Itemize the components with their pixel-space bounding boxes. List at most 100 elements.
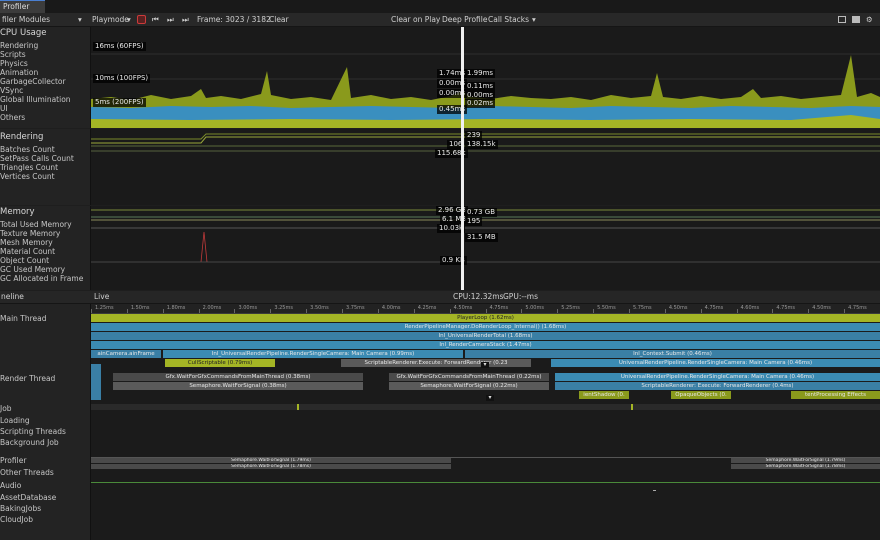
thread-profiler[interactable]: Profiler <box>0 456 26 465</box>
timeline-sample[interactable]: Semaphore.WaitForSignal (0.38ms) <box>113 382 363 390</box>
timeline-sample[interactable]: Inl_UniversalRenderTotal (1.68ms) <box>91 332 880 340</box>
live-toggle[interactable]: Live <box>94 291 109 303</box>
clear-on-play-toggle[interactable]: Clear on Play <box>391 13 440 26</box>
rendering-title[interactable]: Rendering <box>0 132 43 142</box>
timeline-sample[interactable]: OpaqueObjects (0. <box>671 391 731 399</box>
load-icon[interactable] <box>838 16 846 23</box>
cpu-legend-scripts[interactable]: Scripts <box>0 50 26 59</box>
job-sample[interactable] <box>631 404 633 410</box>
ruler-tick-mark <box>162 309 164 313</box>
memory-cursor-value: 31.5 MB <box>465 233 498 242</box>
playmode-dropdown-arrow-icon[interactable]: ▾ <box>127 13 131 26</box>
timeline-sample[interactable]: Semaphore.WaitForSignal (1.79ms) <box>731 458 880 463</box>
timeline-sample[interactable]: RenderPipelineManager.DoRenderLoop_Inter… <box>91 323 880 331</box>
cpu-legend-others[interactable]: Others <box>0 113 25 122</box>
save-icon[interactable] <box>852 16 860 23</box>
timeline-sample[interactable]: PlayerLoop (1.62ms) <box>91 314 880 322</box>
thread-scripting[interactable]: Scripting Threads <box>0 427 66 436</box>
gpu-time-readout: GPU:--ms <box>503 292 538 301</box>
cpu-usage-graph[interactable]: 16ms (60FPS) 10ms (100FPS) 5ms (200FPS) … <box>91 27 880 128</box>
record-icon[interactable] <box>137 15 146 24</box>
step-back-icon[interactable]: ⏮ <box>152 13 159 26</box>
cpu-legend-animation[interactable]: Animation <box>0 68 38 77</box>
rendering-legend-triangles[interactable]: Triangles Count <box>0 163 58 172</box>
timeline-sample[interactable]: Inl_UniversalRenderPipeline.RenderSingle… <box>163 350 463 358</box>
timeline-sample[interactable]: Inl_Context.Submit (0.46ms) <box>465 350 880 358</box>
time-ruler[interactable]: 1.25ms 1.50ms 1.80ms 2.00ms 3.00ms 3.25ms 3.50… <box>91 304 880 314</box>
timeline-sample[interactable]: ScriptableRenderer: Execute: ForwardRend… <box>555 382 880 390</box>
timeline-sample[interactable]: ScriptableRenderer.Execute: ForwardRende… <box>341 359 531 367</box>
current-frame-icon[interactable]: ⏭ <box>182 13 189 26</box>
call-stacks-arrow-icon[interactable]: ▾ <box>532 13 536 26</box>
cpu-time-readout: CPU:12.32ms <box>453 292 504 301</box>
thread-main[interactable]: Main Thread <box>0 314 47 323</box>
memory-legend-texture[interactable]: Texture Memory <box>0 229 60 238</box>
rendering-graph[interactable]: 106 115.68k 239 138.15k <box>91 129 880 205</box>
thread-render[interactable]: Render Thread <box>0 374 55 383</box>
rendering-legend-setpass[interactable]: SetPass Calls Count <box>0 154 74 163</box>
profiler-modules-dropdown[interactable]: filer Modules <box>2 13 50 26</box>
ruler-tick-mark <box>413 309 415 313</box>
timeline-sample[interactable]: UniversalRenderPipeline.RenderSingleCame… <box>551 359 880 367</box>
thread-audio[interactable]: Audio <box>0 481 21 490</box>
memory-legend-mesh[interactable]: Mesh Memory <box>0 238 53 247</box>
settings-gear-icon[interactable]: ⚙ <box>866 13 873 26</box>
timeline-sample[interactable]: Semaphore.WaitForSignal (1.79ms) <box>91 458 451 463</box>
cpu-legend-physics[interactable]: Physics <box>0 59 28 68</box>
rendering-legend-batches[interactable]: Batches Count <box>0 145 55 154</box>
rendering-legend[interactable]: Rendering Batches Count SetPass Calls Co… <box>0 129 91 205</box>
cpu-legend-vsync[interactable]: VSync <box>0 86 23 95</box>
frame-counter: Frame: 3023 / 3182 <box>197 15 271 24</box>
ruler-tick-mark <box>844 309 846 313</box>
timeline-sample[interactable]: Gfx.WaitForGfxCommandsFromMainThread (0.… <box>389 373 549 381</box>
timeline-sample[interactable]: Inl_RenderCameraStack (1.47ms) <box>91 341 880 349</box>
memory-title[interactable]: Memory <box>0 207 35 217</box>
step-forward-icon[interactable]: ⏭ <box>167 13 174 26</box>
timeline-area[interactable]: PlayerLoop (1.62ms) RenderPipelineManage… <box>91 314 880 540</box>
cpu-legend-gi[interactable]: Global Illumination <box>0 95 71 104</box>
thread-background-job[interactable]: Background Job <box>0 438 59 447</box>
expand-arrow-icon[interactable]: ▾ <box>486 395 494 401</box>
timeline-sample[interactable]: tentProcessing Effects <box>791 391 880 399</box>
job-sample[interactable] <box>297 404 299 410</box>
timeline-sample[interactable]: UniversalRenderPipeline.RenderSingleCame… <box>555 373 880 381</box>
thread-other[interactable]: Other Threads <box>0 468 54 477</box>
thread-loading[interactable]: Loading <box>0 416 30 425</box>
frame-cursor-line[interactable] <box>461 27 464 290</box>
thread-assetdatabase[interactable]: AssetDatabase <box>0 493 56 502</box>
timeline-sample[interactable]: Semaphore.WaitForSignal (0.22ms) <box>389 382 549 390</box>
thread-bakingjobs[interactable]: BakingJobs <box>0 504 41 513</box>
ruler-tick-mark <box>485 309 487 313</box>
memory-legend-object[interactable]: Object Count <box>0 256 49 265</box>
cpu-usage-title[interactable]: CPU Usage <box>0 28 46 38</box>
memory-legend-total[interactable]: Total Used Memory <box>0 220 72 229</box>
timeline-sample[interactable]: ientShadow (0. <box>579 391 629 399</box>
memory-legend[interactable]: Memory Total Used Memory Texture Memory … <box>0 206 91 290</box>
memory-legend-gc-used[interactable]: GC Used Memory <box>0 265 65 274</box>
thread-job[interactable]: Job <box>0 404 12 413</box>
cpu-usage-legend[interactable]: CPU Usage Rendering Scripts Physics Anim… <box>0 27 91 128</box>
deep-profile-toggle[interactable]: Deep Profile <box>442 13 487 26</box>
expand-arrow-icon[interactable]: ▾ <box>481 362 489 368</box>
ruler-tick-label: 1.25ms <box>95 305 114 311</box>
rendering-legend-vertices[interactable]: Vertices Count <box>0 172 55 181</box>
modules-dropdown-arrow-icon[interactable]: ▾ <box>78 13 82 26</box>
timeline-sample[interactable]: CullScriptable (0.79ms) <box>165 359 275 367</box>
thread-cloudjob[interactable]: CloudJob <box>0 515 33 524</box>
playmode-dropdown[interactable]: Playmode <box>92 13 129 26</box>
timeline-sample[interactable]: Semaphore.WaitForSignal (1.78ms) <box>91 464 451 469</box>
cpu-cursor-value: 0.02ms <box>465 99 496 108</box>
call-stacks-dropdown[interactable]: Call Stacks <box>488 13 529 26</box>
timeline-sample[interactable]: Semaphore.WaitForSignal (1.78ms) <box>731 464 880 469</box>
memory-legend-gc-alloc[interactable]: GC Allocated in Frame <box>0 274 83 283</box>
cpu-legend-ui[interactable]: UI <box>0 104 8 113</box>
timeline-sample[interactable]: Gfx.WaitForGfxCommandsFromMainThread (0.… <box>113 373 363 381</box>
timeline-sample[interactable]: ainCamera.ainFrame <box>91 350 161 358</box>
profiler-tab[interactable]: Profiler <box>0 0 45 14</box>
view-mode-dropdown[interactable]: neline <box>1 291 24 303</box>
cpu-legend-rendering[interactable]: Rendering <box>0 41 38 50</box>
clear-button[interactable]: Clear <box>269 13 289 26</box>
cpu-legend-gc[interactable]: GarbageCollector <box>0 77 66 86</box>
memory-legend-material[interactable]: Material Count <box>0 247 55 256</box>
memory-graph[interactable]: 2.96 GB 6.1 MB 10.03k 0.9 KB 0.73 GB 195… <box>91 206 880 290</box>
